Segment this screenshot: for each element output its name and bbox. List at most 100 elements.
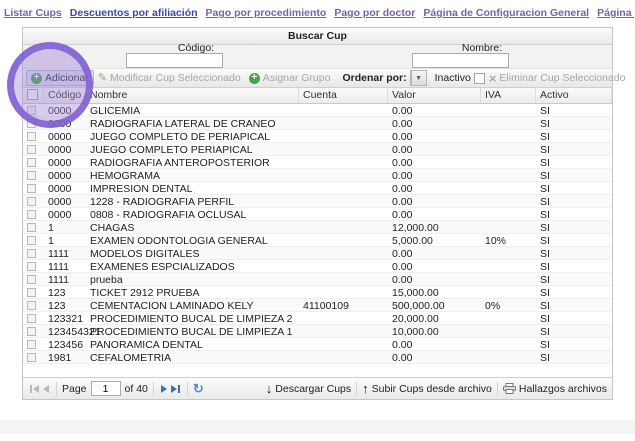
row-checkbox[interactable] (27, 197, 36, 206)
subir-cups-button[interactable]: ↑ Subir Cups desde archivo (362, 383, 492, 395)
hallazgos-archivos-button[interactable]: Hallazgos archivos (503, 383, 607, 395)
cell-activo: SI (536, 182, 612, 194)
page-number-input[interactable] (91, 381, 121, 396)
table-row[interactable]: 1981CEFALOMETRIA0.00SI (23, 351, 612, 364)
cell-valor: 20,000.00 (388, 312, 481, 324)
column-header-codigo[interactable]: Código (44, 88, 86, 103)
cell-valor: 0.00 (388, 351, 481, 363)
cell-iva (481, 338, 536, 350)
table-row[interactable]: 0000JUEGO COMPLETO PERIAPICAL0.00SI (23, 143, 612, 156)
nav-link[interactable]: Listar Cups (4, 7, 62, 19)
first-page-button[interactable] (30, 385, 39, 393)
cell-cuenta: 41100109 (299, 299, 388, 311)
table-row[interactable]: 1EXAMEN ODONTOLOGIA GENERAL5,000.0010%SI (23, 234, 612, 247)
prev-page-button[interactable] (43, 385, 49, 393)
table-row[interactable]: 00001228 - RADIOGRAFIA PERFIL0.00SI (23, 195, 612, 208)
asignar-grupo-button[interactable]: + Asignar Grupo (245, 71, 335, 85)
inactivo-label: Inactivo (435, 72, 471, 84)
ordenar-por-dropdown[interactable]: ▼ (410, 70, 427, 86)
table-row[interactable]: 0000IMPRESION DENTAL0.00SI (23, 182, 612, 195)
column-header-cuenta[interactable]: Cuenta (299, 88, 388, 103)
table-row[interactable]: 1111prueba0.00SI (23, 273, 612, 286)
row-checkbox[interactable] (27, 275, 36, 284)
cell-codigo: 0000 (44, 208, 86, 220)
modificar-button[interactable]: ✎ Modificar Cup Seleccionado (94, 71, 245, 85)
cell-valor: 0.00 (388, 338, 481, 350)
nav-link[interactable]: Pago por procedimiento (206, 7, 327, 19)
row-checkbox[interactable] (27, 327, 36, 336)
row-checkbox[interactable] (27, 171, 36, 180)
cell-activo: SI (536, 260, 612, 272)
cell-valor: 0.00 (388, 260, 481, 272)
column-header-valor[interactable]: Valor (388, 88, 481, 103)
row-checkbox[interactable] (27, 301, 36, 310)
row-checkbox[interactable] (27, 210, 36, 219)
nav-link[interactable]: Descuentos por afiliación (70, 7, 198, 19)
row-checkbox[interactable] (27, 288, 36, 297)
next-page-icon (161, 385, 167, 393)
prev-page-icon (43, 385, 49, 393)
table-row[interactable]: 00000808 - RADIOGRAFIA OCLUSAL0.00SI (23, 208, 612, 221)
column-header-nombre[interactable]: Nombre (86, 88, 299, 103)
row-checkbox[interactable] (27, 340, 36, 349)
row-checkbox[interactable] (27, 236, 36, 245)
table-row[interactable]: 123TICKET 2912 PRUEBA15,000.00SI (23, 286, 612, 299)
row-checkbox[interactable] (27, 249, 36, 258)
table-row[interactable]: 0000GLICEMIA0.00SI (23, 104, 612, 117)
row-checkbox[interactable] (27, 223, 36, 232)
table-row[interactable]: 0000RADIOGRAFIA LATERAL DE CRANEO0.00SI (23, 117, 612, 130)
row-checkbox[interactable] (27, 106, 36, 115)
chevron-down-icon: ▼ (415, 75, 422, 82)
table-body: 0000GLICEMIA0.00SI0000RADIOGRAFIA LATERA… (23, 104, 612, 379)
nav-link[interactable]: Página principal (597, 7, 635, 19)
pager-separator (497, 382, 498, 396)
table-row[interactable]: 123321PROCEDIMIENTO BUCAL DE LIMPIEZA 22… (23, 312, 612, 325)
descargar-cups-button[interactable]: ↓ Descargar Cups (266, 383, 351, 395)
row-checkbox[interactable] (27, 184, 36, 193)
table-row[interactable]: 1111MODELOS DIGITALES0.00SI (23, 247, 612, 260)
table-row[interactable]: 123456PANORAMICA DENTAL0.00SI (23, 338, 612, 351)
cell-codigo: 1111 (44, 260, 86, 272)
row-checkbox[interactable] (27, 262, 36, 271)
inactivo-checkbox[interactable] (474, 73, 485, 84)
nombre-input[interactable] (412, 53, 509, 68)
column-header-iva[interactable]: IVA (481, 88, 536, 103)
cell-activo: SI (536, 143, 612, 155)
table-row[interactable]: 123454321PROCEDIMIENTO BUCAL DE LIMPIEZA… (23, 325, 612, 338)
table-header: Código Nombre Cuenta Valor IVA Activo (23, 88, 612, 104)
nav-link[interactable]: Pago por doctor (334, 7, 415, 19)
cell-nombre: prueba (86, 273, 299, 285)
cell-nombre: PROCEDIMIENTO BUCAL DE LIMPIEZA 1 (86, 325, 299, 337)
table-row[interactable]: 0000RADIOGRAFIA ANTEROPOSTERIOR0.00SI (23, 156, 612, 169)
cell-iva (481, 273, 536, 285)
nav-link[interactable]: Página de Configuracion General (423, 7, 589, 19)
codigo-input[interactable] (126, 53, 223, 68)
cell-codigo: 1981 (44, 351, 86, 363)
row-checkbox[interactable] (27, 132, 36, 141)
cell-nombre: JUEGO COMPLETO PERIAPICAL (86, 143, 299, 155)
select-all-checkbox[interactable] (27, 89, 38, 100)
adicionar-button[interactable]: + Adicionar (26, 70, 94, 86)
table-row[interactable]: 1111EXAMENES ESPCIALIZADOS0.00SI (23, 260, 612, 273)
row-checkbox[interactable] (27, 158, 36, 167)
dropdown-trigger-button[interactable]: ▼ (411, 71, 426, 85)
eliminar-button[interactable]: × Eliminar Cup Seleccionado (485, 71, 632, 85)
row-checkbox[interactable] (27, 119, 36, 128)
cell-valor: 15,000.00 (388, 286, 481, 298)
next-page-button[interactable] (161, 385, 167, 393)
cell-cuenta (299, 182, 388, 194)
refresh-button[interactable]: ↻ (193, 381, 204, 397)
modificar-label: Modificar Cup Seleccionado (110, 72, 241, 84)
row-checkbox[interactable] (27, 145, 36, 154)
cell-codigo: 0000 (44, 117, 86, 129)
column-header-activo[interactable]: Activo (536, 88, 612, 103)
last-page-button[interactable] (171, 385, 180, 393)
cell-nombre: RADIOGRAFIA LATERAL DE CRANEO (86, 117, 299, 129)
table-row[interactable]: 123CEMENTACION LAMINADO KELY41100109500,… (23, 299, 612, 312)
cell-cuenta (299, 286, 388, 298)
table-row[interactable]: 0000HEMOGRAMA0.00SI (23, 169, 612, 182)
table-row[interactable]: 0000JUEGO COMPLETO DE PERIAPICAL0.00SI (23, 130, 612, 143)
table-row[interactable]: 1CHAGAS12,000.00SI (23, 221, 612, 234)
row-checkbox[interactable] (27, 353, 36, 362)
row-checkbox[interactable] (27, 314, 36, 323)
